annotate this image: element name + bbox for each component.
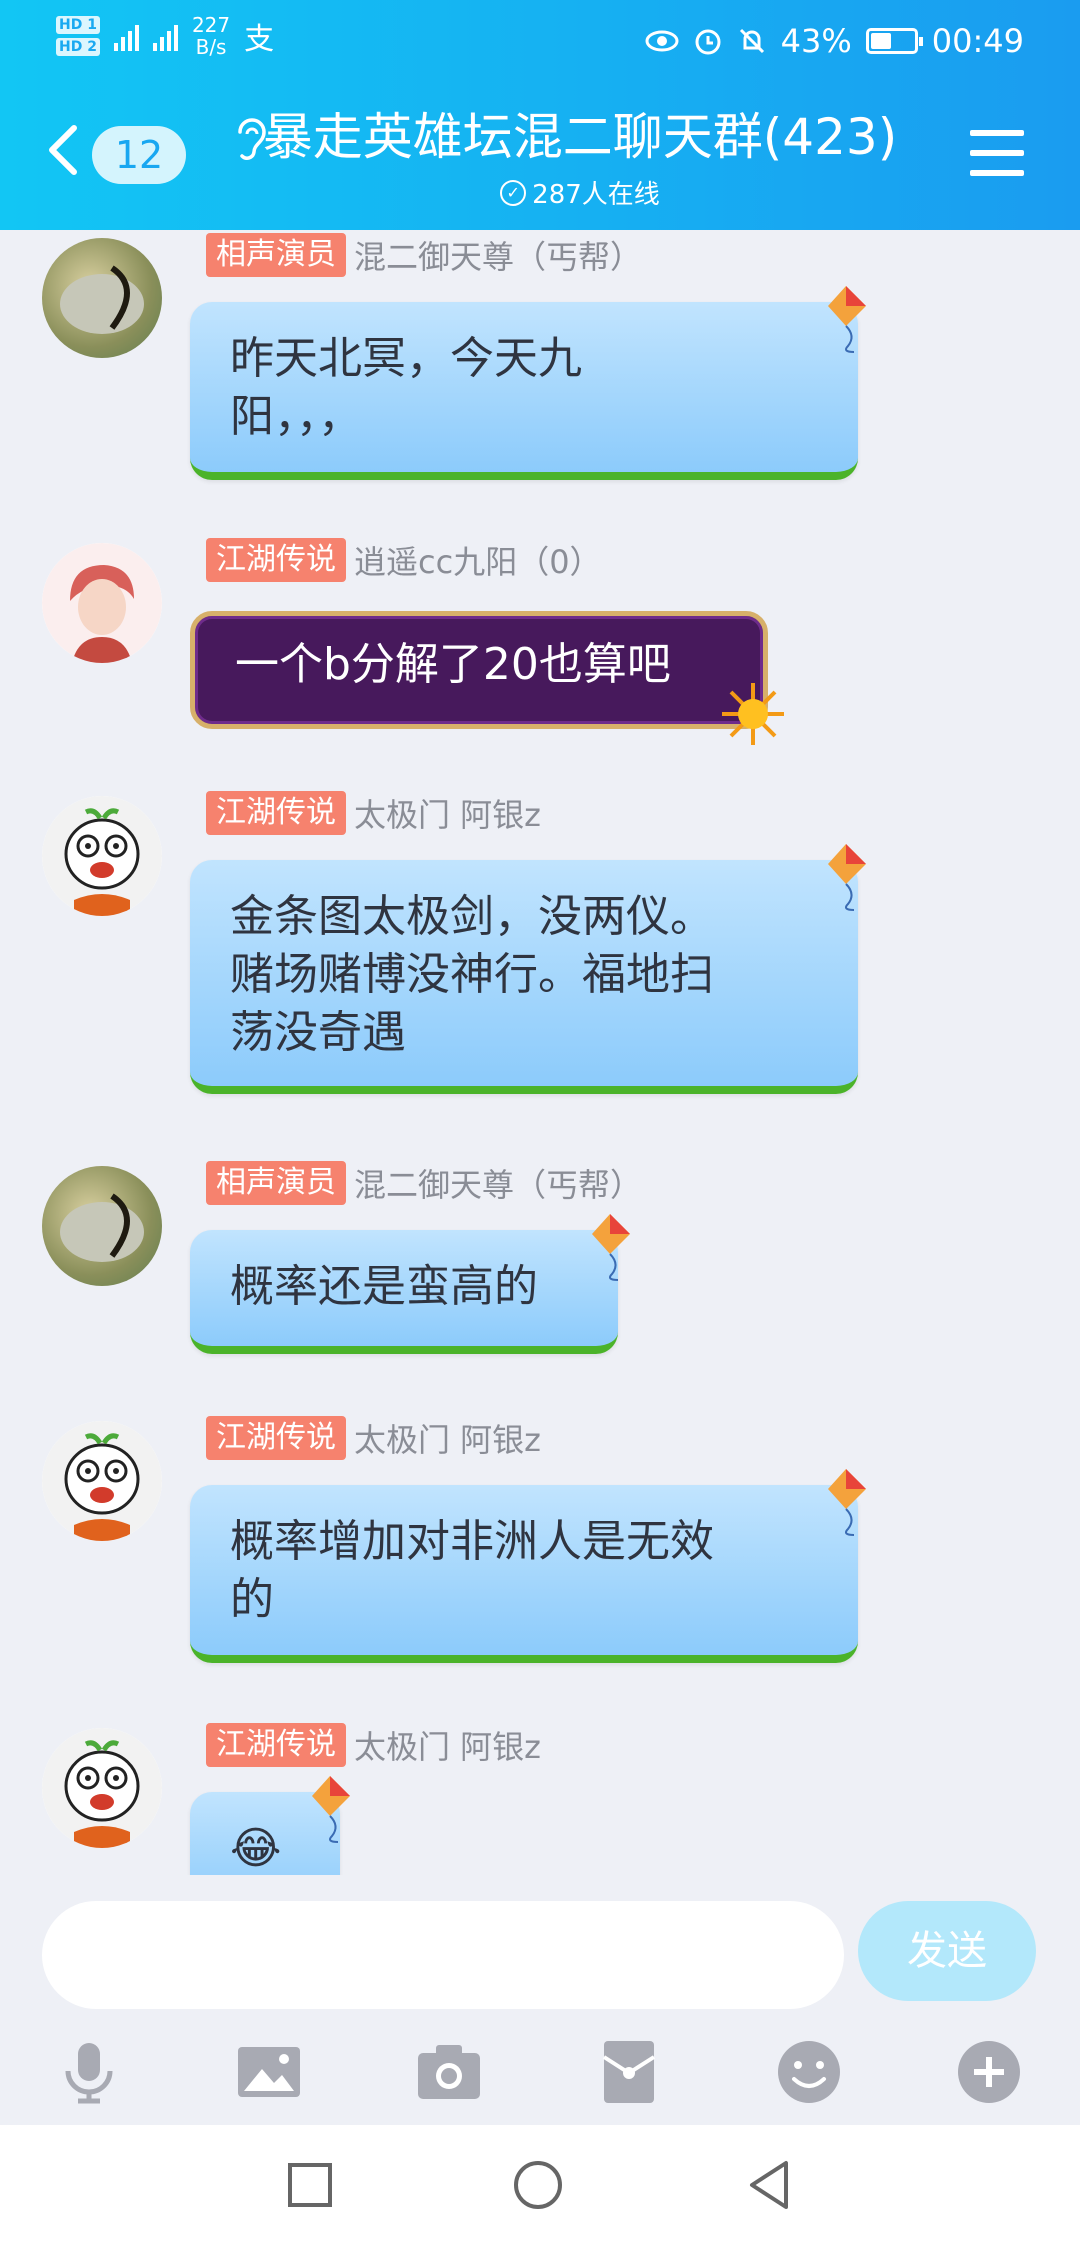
title-tag: 江湖传说 <box>206 538 346 582</box>
chat-header: HD 1 HD 2 227 B/s 支 43% 00:49 12 暴走英雄坛混二聊… <box>0 0 1080 230</box>
send-button[interactable]: 发送 <box>858 1901 1036 2001</box>
title-tag: 相声演员 <box>206 1161 346 1205</box>
title-tag: 江湖传说 <box>206 1416 346 1460</box>
alarm-icon <box>695 29 721 55</box>
message-bubble[interactable]: 概率增加对非洲人是无效 的 <box>190 1485 858 1663</box>
signal-1-icon <box>113 21 139 51</box>
avatar[interactable] <box>42 796 162 916</box>
avatar[interactable] <box>42 1421 162 1541</box>
sender-line: 江湖传说 太极门 阿银z <box>206 1415 541 1461</box>
red-packet-icon[interactable] <box>594 2037 664 2107</box>
hd-icon: HD 1 HD 2 <box>56 16 100 56</box>
clock: 00:49 <box>931 22 1024 60</box>
home-icon[interactable] <box>508 2155 568 2215</box>
avatar[interactable] <box>42 238 162 358</box>
message-bubble[interactable]: 昨天北冥，今天九 阳，，， <box>190 302 858 480</box>
page-title: 暴走英雄坛混二聊天群(423) <box>262 108 898 166</box>
avatar[interactable] <box>42 543 162 663</box>
mute-icon <box>739 28 764 54</box>
online-count-text: 287人在线 <box>532 180 660 210</box>
sender-line: 江湖传说 逍遥cc九阳（0） <box>206 537 602 583</box>
alipay-icon: 支 <box>244 22 275 57</box>
microphone-icon[interactable] <box>54 2037 124 2107</box>
composer: 发送 <box>0 1875 1080 2125</box>
battery-icon <box>865 28 923 54</box>
chat-title-area[interactable]: 暴走英雄坛混二聊天群(423) ✓ 287人在线 <box>230 104 930 211</box>
message-input[interactable] <box>42 1901 844 2009</box>
sender-name[interactable]: 混二御天尊（丐帮） <box>354 232 642 278</box>
sender-name[interactable]: 太极门 阿银z <box>354 1722 541 1768</box>
kite-icon <box>828 1469 866 1536</box>
sender-line: 江湖传说 太极门 阿银z <box>206 1722 541 1768</box>
network-speed-unit: B/s <box>195 35 227 59</box>
recent-apps-icon[interactable] <box>280 2155 340 2215</box>
online-count: ✓ 287人在线 <box>230 174 930 211</box>
status-bar: HD 1 HD 2 227 B/s 支 43% 00:49 <box>0 0 1080 80</box>
network-speed: 227 B/s <box>192 14 230 58</box>
system-nav-bar <box>0 2125 1080 2244</box>
sender-name[interactable]: 逍遥cc九阳（0） <box>354 537 602 583</box>
message-bubble[interactable]: 一个b分解了20也算吧 <box>190 611 768 729</box>
message-list[interactable]: 相声演员 混二御天尊（丐帮） 昨天北冥，今天九 阳，，， 江湖传说 逍遥cc九阳… <box>0 230 1080 1875</box>
sun-icon <box>722 683 784 745</box>
eye-icon <box>645 30 679 52</box>
kite-icon <box>592 1214 630 1281</box>
message-bubble[interactable]: 概率还是蛮高的 <box>190 1230 618 1354</box>
back-icon[interactable] <box>44 120 84 180</box>
sender-line: 相声演员 混二御天尊（丐帮） <box>206 1160 642 1206</box>
title-tag: 江湖传说 <box>206 791 346 835</box>
menu-icon[interactable] <box>970 130 1024 178</box>
plus-icon[interactable] <box>954 2037 1024 2107</box>
camera-icon[interactable] <box>414 2037 484 2107</box>
back-nav-icon[interactable] <box>740 2155 800 2215</box>
kite-icon <box>828 844 866 911</box>
kite-icon <box>828 286 866 353</box>
signal-2-icon <box>152 21 178 51</box>
check-circle-icon: ✓ <box>500 179 527 206</box>
image-icon[interactable] <box>234 2037 304 2107</box>
network-speed-value: 227 <box>191 13 231 37</box>
kite-icon <box>312 1776 350 1843</box>
title-tag: 相声演员 <box>206 233 346 277</box>
message-bubble[interactable]: 金条图太极剑，没两仪。 赌场赌博没神行。福地扫 荡没奇遇 <box>190 860 858 1094</box>
sender-line: 江湖传说 太极门 阿银z <box>206 790 541 836</box>
earpiece-icon <box>238 118 266 160</box>
sender-name[interactable]: 混二御天尊（丐帮） <box>354 1160 642 1206</box>
avatar[interactable] <box>42 1728 162 1848</box>
sender-name[interactable]: 太极门 阿银z <box>354 790 541 836</box>
unread-badge[interactable]: 12 <box>92 126 186 184</box>
avatar[interactable] <box>42 1166 162 1286</box>
sender-line: 相声演员 混二御天尊（丐帮） <box>206 232 642 278</box>
battery-percent: 43% <box>780 22 852 60</box>
emoji-icon[interactable] <box>774 2037 844 2107</box>
title-tag: 江湖传说 <box>206 1723 346 1767</box>
sender-name[interactable]: 太极门 阿银z <box>354 1415 541 1461</box>
